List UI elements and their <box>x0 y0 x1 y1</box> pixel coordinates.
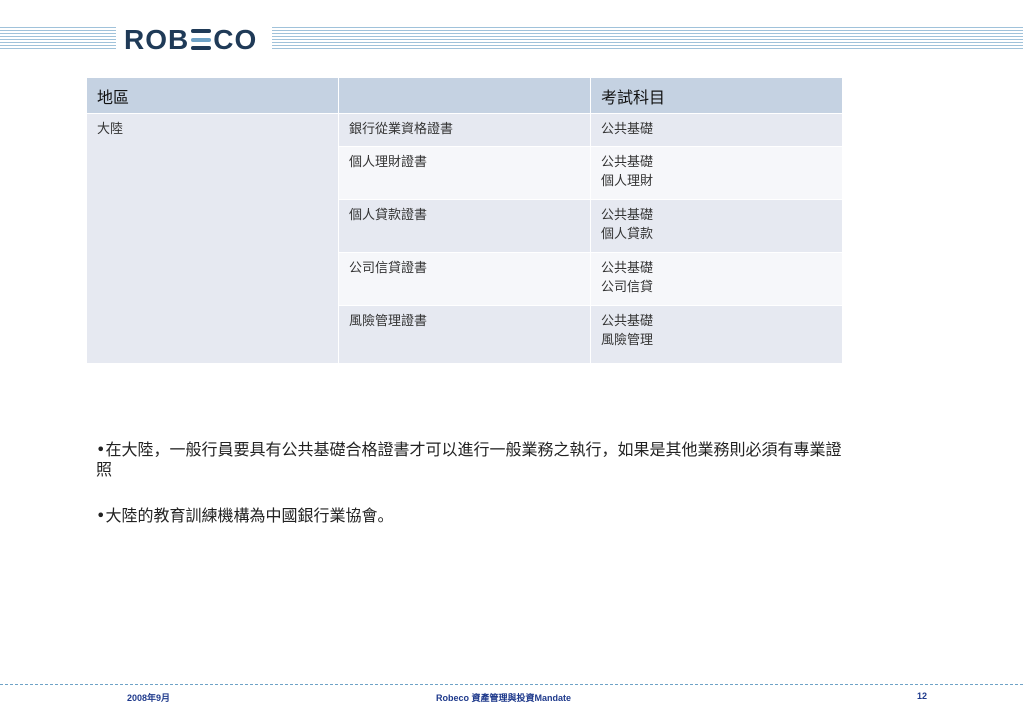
subjects-cell: 公共基礎 公司信貸 <box>590 252 843 306</box>
certificate-cell: 銀行從業資格證書 <box>338 113 591 147</box>
table-header-row: 地區 考試科目 <box>86 77 843 114</box>
header-subjects: 考試科目 <box>590 77 843 114</box>
footer-divider <box>0 684 1023 685</box>
certificate-cell: 個人理財證書 <box>338 146 591 200</box>
subjects-cell: 公共基礎 風險管理 <box>590 305 843 364</box>
certificate-cell: 個人貸款證書 <box>338 199 591 253</box>
header-certificate <box>338 77 591 114</box>
subject-item: 公共基礎 <box>601 261 654 276</box>
table-row: 大陸 銀行從業資格證書 公共基礎 <box>86 113 843 364</box>
header-stripes-right <box>272 27 1023 51</box>
subject-item: 公共基礎 <box>601 155 654 170</box>
certificate-cell: 公司信貸證書 <box>338 252 591 306</box>
subject-item: 公共基礎 <box>601 122 654 137</box>
header-stripes-left <box>0 27 116 51</box>
certification-table: 地區 考試科目 大陸 銀行從業資格證書 公共基礎 個人理財證書 公共基礎 個人理… <box>86 77 843 364</box>
certificate-cell: 風險管理證書 <box>338 305 591 364</box>
header-region: 地區 <box>86 77 339 114</box>
subject-item: 公司信貸 <box>601 280 654 295</box>
region-cell: 大陸 <box>86 113 339 364</box>
subjects-cell: 公共基礎 個人理財 <box>590 146 843 200</box>
bullet-list: •在大陸，一般行員要具有公共基礎合格證書才可以進行一般業務之執行，如果是其他業務… <box>96 440 856 552</box>
bullet-item: •大陸的教育訓練機構為中國銀行業協會。 <box>96 506 394 525</box>
robeco-logo: ROB CO <box>124 24 258 55</box>
subject-item: 公共基礎 <box>601 208 654 223</box>
page-number: 12 <box>917 691 928 701</box>
subject-item: 個人貸款 <box>601 227 654 242</box>
subjects-cell: 公共基礎 <box>590 113 843 147</box>
footer-title: Robeco 資產管理與投資Mandate <box>436 693 572 703</box>
bullet-item: •在大陸，一般行員要具有公共基礎合格證書才可以進行一般業務之執行，如果是其他業務… <box>96 440 842 479</box>
subjects-cell: 公共基礎 個人貸款 <box>590 199 843 253</box>
subject-item: 風險管理 <box>601 333 654 348</box>
header-bar: ROB CO <box>0 22 1023 58</box>
subject-item: 個人理財 <box>601 174 654 189</box>
footer-date: 2008年9月 <box>127 693 171 703</box>
subject-item: 公共基礎 <box>601 314 654 329</box>
